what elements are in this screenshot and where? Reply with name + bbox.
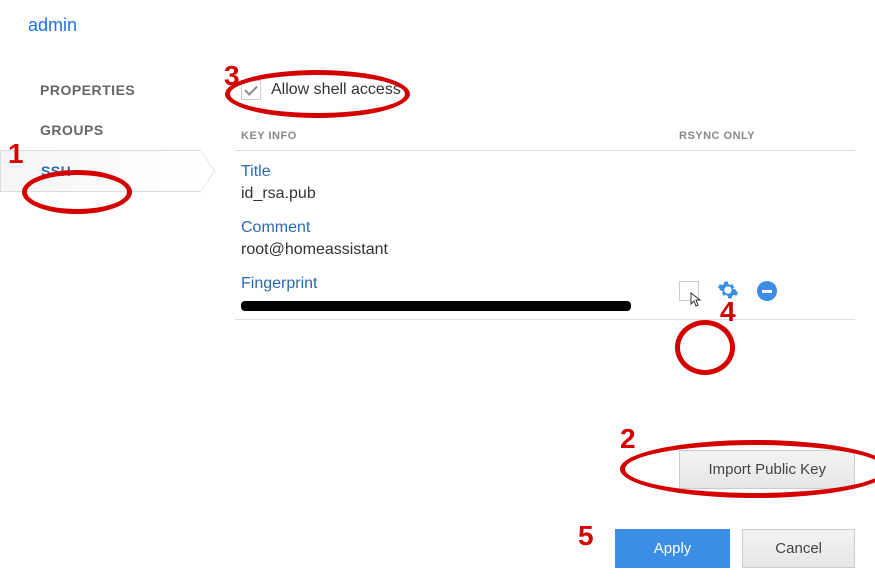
import-public-key-button[interactable]: Import Public Key: [679, 450, 855, 489]
main-panel: Allow shell access KEY INFO RSYNC ONLY T…: [235, 80, 855, 320]
sidebar-item-properties[interactable]: PROPERTIES: [0, 70, 200, 110]
sidebar: PROPERTIES GROUPS SSH: [0, 70, 200, 192]
rsync-only-checkbox[interactable]: [679, 281, 699, 301]
key-fingerprint-value: [241, 301, 631, 311]
key-comment-label: Comment: [241, 219, 679, 237]
table-header: KEY INFO RSYNC ONLY: [235, 130, 855, 151]
annotation-5-label: 5: [578, 520, 594, 552]
sidebar-item-groups[interactable]: GROUPS: [0, 110, 200, 150]
check-icon: [244, 82, 257, 95]
cursor-icon: [686, 292, 702, 315]
apply-button[interactable]: Apply: [615, 529, 731, 568]
annotation-4-circle: [675, 320, 735, 375]
allow-shell-label: Allow shell access: [271, 81, 401, 99]
key-fingerprint-label: Fingerprint: [241, 275, 679, 293]
key-details: Title id_rsa.pub Comment root@homeassist…: [241, 163, 679, 311]
key-row: Title id_rsa.pub Comment root@homeassist…: [235, 151, 855, 320]
cancel-button[interactable]: Cancel: [742, 529, 855, 568]
key-title-value: id_rsa.pub: [241, 185, 679, 203]
allow-shell-row: Allow shell access: [241, 80, 855, 100]
sidebar-item-ssh[interactable]: SSH: [0, 150, 200, 192]
gear-icon[interactable]: [717, 279, 739, 301]
remove-icon[interactable]: [757, 281, 777, 301]
key-title-label: Title: [241, 163, 679, 181]
column-header-rsync: RSYNC ONLY: [679, 130, 849, 142]
key-comment-value: root@homeassistant: [241, 241, 679, 259]
key-actions: [679, 163, 849, 311]
allow-shell-checkbox[interactable]: [241, 80, 261, 100]
button-area: Import Public Key Apply Cancel: [615, 450, 855, 568]
column-header-keyinfo: KEY INFO: [241, 130, 679, 142]
breadcrumb[interactable]: admin: [0, 0, 875, 36]
